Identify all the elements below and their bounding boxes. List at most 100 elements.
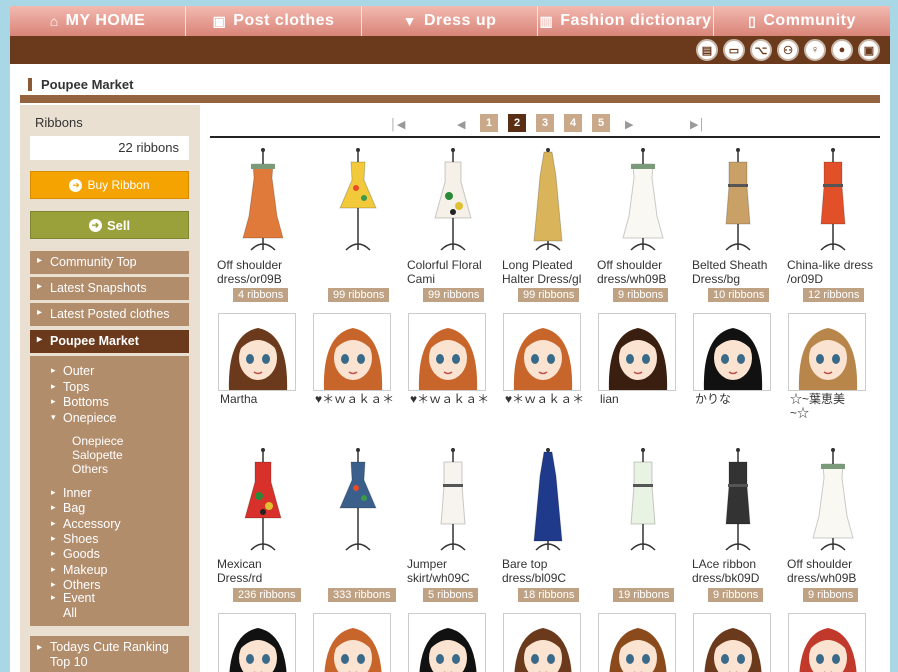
sidebar-item-cute-ranking[interactable]: Todays Cute RankingTop 10 — [30, 636, 189, 672]
dress-image[interactable] — [223, 446, 303, 552]
subcategory-onepiece[interactable]: Onepiece — [72, 434, 123, 448]
user-name[interactable]: Martha — [220, 392, 300, 406]
dress-image[interactable] — [318, 146, 398, 252]
arrow-right-icon: ➜ — [88, 218, 102, 232]
dress-image[interactable] — [793, 446, 873, 552]
user-avatar[interactable] — [218, 613, 296, 672]
user-name[interactable]: lian — [600, 392, 680, 406]
shoe-icon[interactable]: ⌥ — [750, 39, 772, 61]
category-onepiece[interactable]: Onepiece — [51, 411, 116, 425]
monitor-icon[interactable]: ▣ — [858, 39, 880, 61]
notebook-icon[interactable]: ▤ — [696, 39, 718, 61]
category-all[interactable]: All — [63, 606, 77, 620]
dress-image[interactable] — [698, 446, 778, 552]
user-avatar[interactable] — [788, 313, 866, 391]
item-name[interactable]: Colorful Floral Cami — [407, 258, 497, 286]
user-avatar[interactable] — [788, 613, 866, 672]
category-event[interactable]: Event — [51, 591, 95, 605]
item-name[interactable]: Bare top dress/bl09C — [502, 557, 592, 585]
tab-my-home[interactable]: ⌂ MY HOME — [10, 6, 186, 36]
category-bottoms[interactable]: Bottoms — [51, 395, 109, 409]
open-book-icon[interactable]: ▭ — [723, 39, 745, 61]
category-shoes[interactable]: Shoes — [51, 532, 99, 546]
ribbon-count-badge: 4 ribbons — [233, 288, 289, 302]
tab-fashion-dictionary[interactable]: ▥ Fashion dictionary — [538, 6, 714, 36]
next-page-icon[interactable]: ▶ — [625, 118, 633, 131]
item-name[interactable]: Belted Sheath Dress/bg — [692, 258, 782, 286]
item-name[interactable]: Long Pleated Halter Dress/gl — [502, 258, 592, 286]
item-name[interactable]: LAce ribbon dress/bk09D — [692, 557, 782, 585]
person-icon[interactable]: ♀ — [804, 39, 826, 61]
ribbon-count-badge: 99 ribbons — [423, 288, 485, 302]
user-name[interactable]: ♥＊ｗａｋａ＊ — [410, 392, 490, 406]
category-goods[interactable]: Goods — [51, 547, 100, 561]
sell-button[interactable]: ➜ Sell — [30, 211, 189, 239]
ribbon-count-badge: 99 ribbons — [328, 288, 390, 302]
last-page-icon[interactable]: ▶│ — [690, 118, 705, 131]
buy-ribbon-button[interactable]: ➜ Buy Ribbon — [30, 171, 189, 199]
dress-image[interactable] — [413, 146, 493, 252]
user-name[interactable]: ☆~葉恵美~☆ — [790, 392, 850, 420]
people-icon[interactable]: ⚇ — [777, 39, 799, 61]
dress-image[interactable] — [223, 146, 303, 252]
subcategory-salopette[interactable]: Salopette — [72, 448, 123, 462]
category-bag[interactable]: Bag — [51, 501, 85, 515]
dress-image[interactable] — [603, 146, 683, 252]
user-name[interactable]: かりな — [695, 392, 775, 406]
category-makeup[interactable]: Makeup — [51, 563, 108, 577]
ribbon-count-badge: 236 ribbons — [233, 588, 301, 602]
user-avatar[interactable] — [313, 613, 391, 672]
user-avatar[interactable] — [313, 313, 391, 391]
category-accessory[interactable]: Accessory — [51, 517, 121, 531]
previous-page-icon[interactable]: ◀ — [457, 118, 465, 131]
item-name[interactable]: China-like dress /or09D — [787, 258, 877, 286]
item-name[interactable]: Off shoulder dress/or09B — [217, 258, 307, 286]
home-icon: ⌂ — [49, 13, 59, 29]
dress-image[interactable] — [318, 446, 398, 552]
first-page-icon[interactable]: │◀ — [390, 118, 405, 131]
category-list: Outer Tops Bottoms Onepiece Onepiece Sal… — [30, 356, 189, 592]
user-avatar[interactable] — [693, 313, 771, 391]
user-avatar[interactable] — [693, 613, 771, 672]
page-5[interactable]: 5 — [592, 114, 610, 132]
user-name[interactable]: ♥＊ｗａｋａ＊ — [315, 392, 395, 406]
sidebar-item-community-top[interactable]: Community Top — [30, 251, 189, 274]
sidebar-item-latest-snapshots[interactable]: Latest Snapshots — [30, 277, 189, 300]
user-avatar[interactable] — [598, 613, 676, 672]
category-tops[interactable]: Tops — [51, 380, 90, 394]
subcategory-others[interactable]: Others — [72, 462, 108, 476]
item-name[interactable]: Off shoulder dress/wh09B — [787, 557, 877, 585]
dress-image[interactable] — [793, 146, 873, 252]
item-name[interactable]: Mexican Dress/rd — [217, 557, 307, 585]
tshirt-icon: ▼ — [402, 13, 417, 29]
user-name[interactable]: ♥＊ｗａｋａ＊ — [505, 392, 585, 406]
title-divider — [20, 95, 880, 103]
user-avatar[interactable] — [408, 613, 486, 672]
page-4[interactable]: 4 — [564, 114, 582, 132]
sidebar-item-poupee-market[interactable]: Poupee Market — [30, 330, 189, 353]
top-navigation: ⌂ MY HOME ▣ Post clothes ▼ Dress up ▥ Fashio… — [10, 6, 890, 36]
user-avatar[interactable] — [218, 313, 296, 391]
item-name[interactable]: Jumper skirt/wh09C — [407, 557, 497, 585]
item-name[interactable]: Off shoulder dress/wh09B — [597, 258, 687, 286]
dress-image[interactable] — [508, 446, 588, 552]
tab-dress-up[interactable]: ▼ Dress up — [362, 6, 538, 36]
dress-image[interactable] — [698, 146, 778, 252]
dress-image[interactable] — [413, 446, 493, 552]
user-avatar[interactable] — [408, 313, 486, 391]
page-1[interactable]: 1 — [480, 114, 498, 132]
page-3[interactable]: 3 — [536, 114, 554, 132]
user-avatar[interactable] — [503, 613, 581, 672]
user-avatar[interactable] — [503, 313, 581, 391]
pagination: │◀ ◀ 1 2 3 4 5 ▶ ▶│ — [385, 114, 715, 134]
sidebar-item-latest-posted-clothes[interactable]: Latest Posted clothes — [30, 303, 189, 326]
user-avatar[interactable] — [598, 313, 676, 391]
page-2[interactable]: 2 — [508, 114, 526, 132]
chat-bubble-icon[interactable]: ● — [831, 39, 853, 61]
category-outer[interactable]: Outer — [51, 364, 94, 378]
category-inner[interactable]: Inner — [51, 486, 91, 500]
dress-image[interactable] — [603, 446, 683, 552]
tab-post-clothes[interactable]: ▣ Post clothes — [186, 6, 362, 36]
tab-community[interactable]: ▯ Community — [714, 6, 890, 36]
dress-image[interactable] — [508, 146, 588, 252]
